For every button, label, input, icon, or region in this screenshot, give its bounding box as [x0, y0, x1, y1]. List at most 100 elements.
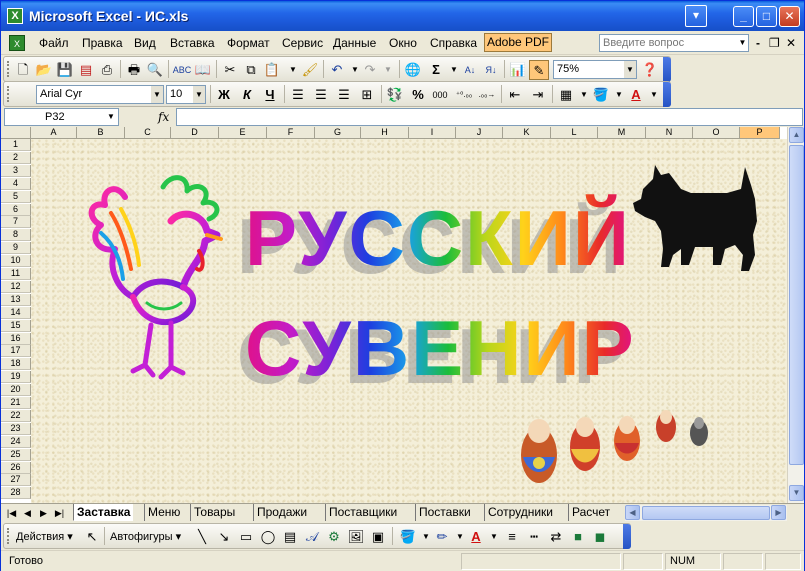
draw-actions-menu[interactable]: Действия ▾	[16, 527, 78, 547]
insert-function-icon[interactable]: fx	[158, 110, 169, 124]
menu-insert[interactable]: Вставка	[170, 36, 215, 50]
row-header[interactable]: 3	[1, 164, 31, 177]
font-name-select[interactable]: Arial Cyr ▼	[36, 85, 164, 104]
oval-icon[interactable]: ◯	[258, 527, 278, 547]
save-icon[interactable]: 💾	[55, 60, 75, 80]
redo-icon[interactable]: ↷	[360, 60, 380, 80]
research-icon[interactable]: 📖	[193, 60, 213, 80]
toolbar-grip[interactable]	[7, 528, 10, 544]
title-line2[interactable]: СУВЕНИР	[245, 303, 636, 394]
menu-data[interactable]: Данные	[333, 36, 376, 50]
zoom-select[interactable]: 75% ▼	[553, 60, 637, 79]
row-header[interactable]: 15	[1, 319, 31, 332]
row-header[interactable]: 17	[1, 345, 31, 358]
drawing-toggle-icon[interactable]: ✎	[529, 60, 549, 80]
column-header[interactable]: B	[77, 127, 125, 139]
toolbar-options-icon[interactable]	[663, 82, 671, 107]
tab-menu[interactable]: Меню	[144, 504, 183, 521]
close-button[interactable]: ✕	[779, 6, 800, 27]
chevron-down-icon[interactable]: ▼	[105, 110, 117, 124]
bold-button[interactable]: Ж	[214, 85, 234, 105]
menu-help[interactable]: Справка	[430, 36, 477, 50]
document-icon[interactable]: X	[9, 35, 25, 51]
column-header[interactable]: J	[456, 127, 503, 139]
column-header[interactable]: O	[693, 127, 740, 139]
undo-icon[interactable]: ↶	[327, 60, 347, 80]
row-header[interactable]: 13	[1, 293, 31, 306]
row-header[interactable]: 1	[1, 139, 31, 151]
scroll-right-icon[interactable]: ▶	[771, 505, 786, 520]
doc-minimize-button[interactable]: -	[756, 36, 760, 50]
vertical-scrollbar[interactable]: ▲ ▼	[787, 127, 804, 503]
column-header[interactable]: P	[740, 127, 780, 139]
select-objects-icon[interactable]: ↖	[82, 527, 102, 547]
align-left-icon[interactable]: ☰	[288, 85, 308, 105]
spelling-icon[interactable]: ABC	[172, 60, 192, 80]
currency-icon[interactable]: 💱	[385, 85, 405, 105]
borders-icon[interactable]: ▦	[556, 85, 576, 105]
sheet-canvas[interactable]: РУССКИЙ СУВЕНИР РУССКИЙ СУВЕНИР	[31, 139, 787, 503]
tab-prodazhi[interactable]: Продажи	[253, 504, 310, 521]
fill-color-icon[interactable]: 🪣	[398, 527, 418, 547]
row-header[interactable]: 16	[1, 332, 31, 345]
sort-ascending-icon[interactable]: A↓	[460, 60, 480, 80]
column-header[interactable]: A	[31, 127, 77, 139]
previous-sheet-icon[interactable]: ◀	[21, 506, 34, 520]
name-box[interactable]: P32 ▼	[4, 108, 119, 126]
column-header[interactable]: K	[503, 127, 551, 139]
line-style-icon[interactable]: ≡	[502, 527, 522, 547]
merge-center-icon[interactable]: ⊞	[357, 85, 377, 105]
toolbar-grip[interactable]	[7, 61, 10, 77]
row-header[interactable]: 19	[1, 371, 31, 384]
horizontal-scroll-thumb[interactable]	[642, 506, 770, 520]
column-header[interactable]: L	[551, 127, 598, 139]
column-header[interactable]: I	[409, 127, 456, 139]
increase-indent-icon[interactable]: ⇥	[528, 85, 548, 105]
maximize-button[interactable]: □	[756, 6, 777, 27]
chevron-down-icon[interactable]: ▼	[736, 34, 749, 52]
dropdown-arrow-icon[interactable]: ▾	[685, 5, 707, 27]
row-header[interactable]: 8	[1, 229, 31, 242]
first-sheet-icon[interactable]: |◀	[5, 506, 18, 520]
chevron-down-icon[interactable]: ▼	[624, 61, 636, 78]
row-header[interactable]: 23	[1, 422, 31, 435]
chevron-down-icon[interactable]: ▼	[151, 86, 163, 103]
row-header[interactable]: 9	[1, 242, 31, 255]
line-color-icon[interactable]: ✏	[432, 527, 452, 547]
column-header[interactable]: C	[125, 127, 171, 139]
chevron-down-icon[interactable]: ▼	[378, 60, 398, 80]
column-header[interactable]: D	[171, 127, 219, 139]
row-header[interactable]: 10	[1, 255, 31, 268]
toolbar-grip[interactable]	[7, 86, 10, 102]
dash-style-icon[interactable]: ┅	[524, 527, 544, 547]
scroll-up-icon[interactable]: ▲	[789, 127, 804, 143]
menu-adobe-pdf[interactable]: Adobe PDF	[484, 33, 552, 52]
vertical-scroll-thumb[interactable]	[789, 145, 804, 465]
tab-sotrudniki[interactable]: Сотрудники	[484, 504, 556, 521]
paste-icon[interactable]: 📋	[262, 60, 282, 80]
column-header[interactable]: E	[219, 127, 267, 139]
font-size-select[interactable]: 10 ▼	[166, 85, 206, 104]
autosum-icon[interactable]: Σ	[426, 60, 446, 80]
formula-input[interactable]	[176, 108, 803, 126]
menu-format[interactable]: Формат	[227, 36, 270, 50]
row-header[interactable]: 28	[1, 487, 31, 500]
chevron-down-icon[interactable]: ▼	[484, 527, 504, 547]
column-header[interactable]: H	[361, 127, 409, 139]
chevron-down-icon[interactable]: ▼	[193, 86, 205, 103]
wordart-icon[interactable]: 𝒜	[302, 527, 322, 547]
row-header[interactable]: 18	[1, 358, 31, 371]
open-folder-icon[interactable]: 📂	[34, 60, 54, 80]
title-bar[interactable]: X Microsoft Excel - ИС.xls ▾ _ □ ✕	[1, 1, 804, 31]
column-header[interactable]: F	[267, 127, 315, 139]
row-header[interactable]: 11	[1, 268, 31, 280]
row-header[interactable]: 21	[1, 397, 31, 409]
chevron-down-icon[interactable]: ▼	[644, 85, 664, 105]
excel-app-icon[interactable]: X	[7, 8, 23, 24]
row-header[interactable]: 26	[1, 461, 31, 474]
next-sheet-icon[interactable]: ▶	[37, 506, 50, 520]
horizontal-scrollbar[interactable]: ◀ ▶	[625, 505, 787, 521]
print-preview-icon[interactable]: 🔍	[145, 60, 165, 80]
font-color-icon[interactable]: A	[466, 527, 486, 547]
column-header[interactable]: N	[646, 127, 693, 139]
